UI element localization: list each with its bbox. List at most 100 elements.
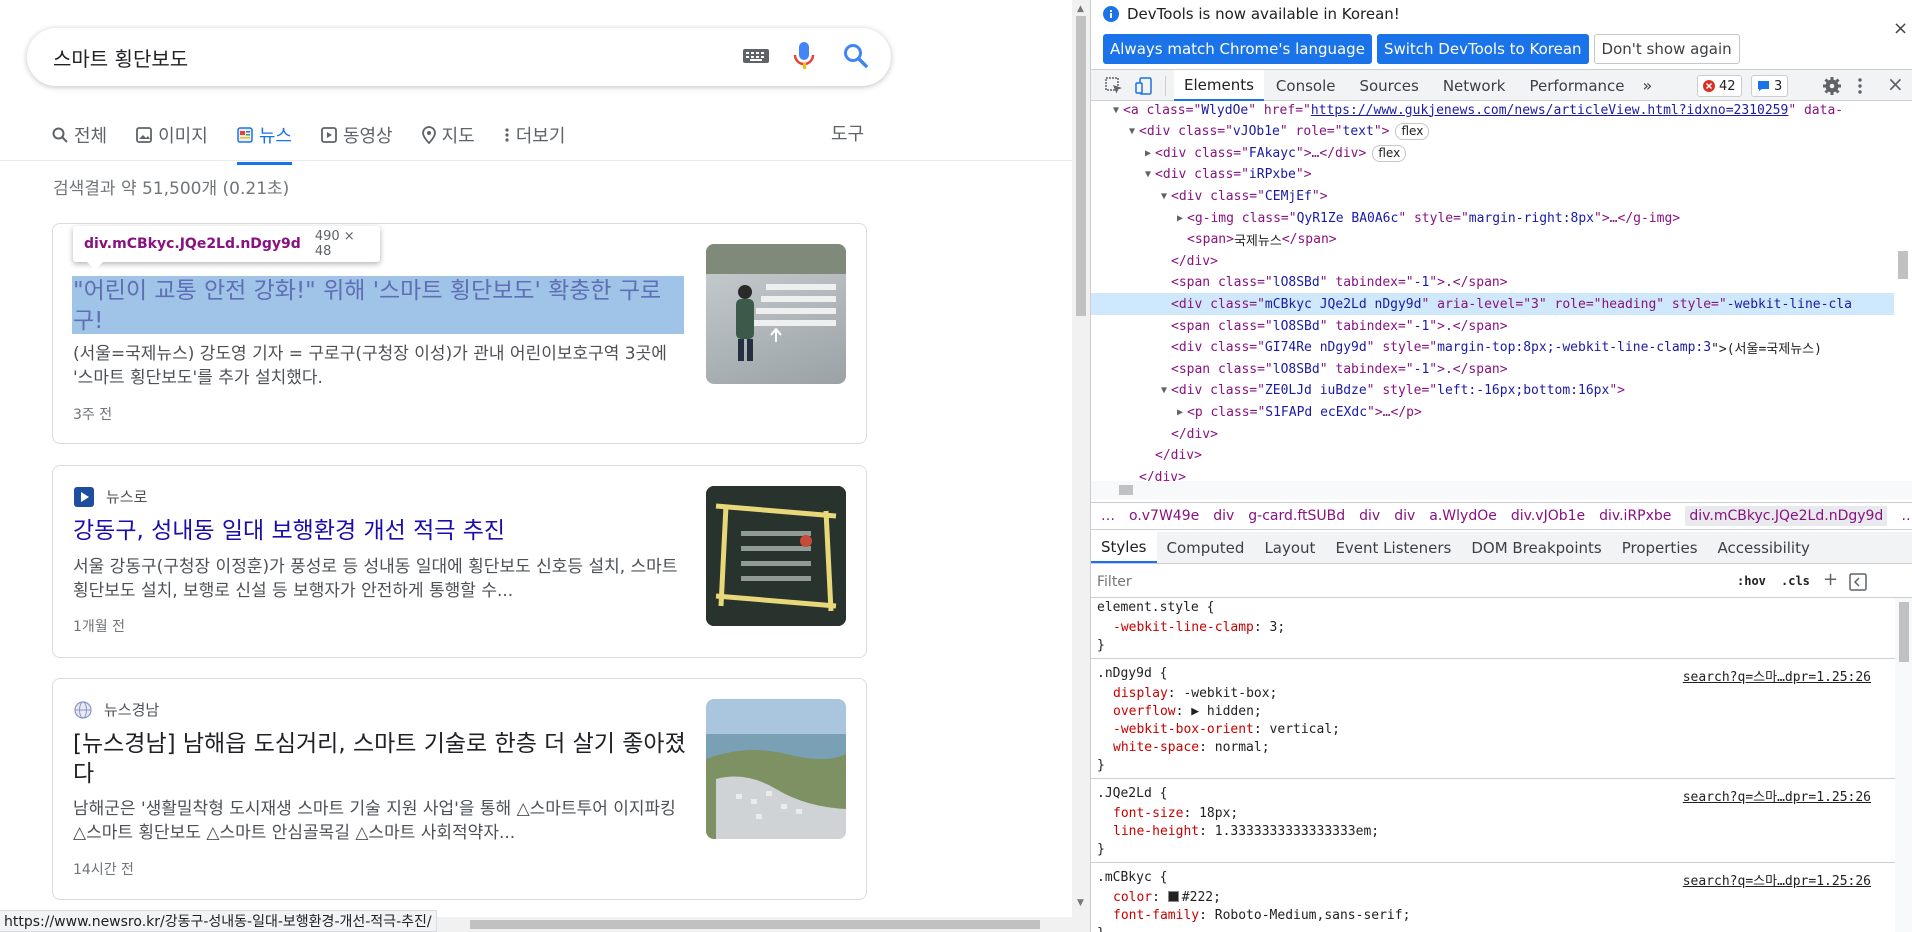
style-property[interactable]: display [1113, 686, 1168, 701]
search-submit-icon[interactable] [843, 43, 869, 69]
news-card[interactable]: 뉴스로 강동구, 성내동 일대 보행환경 개선 적극 추진 서울 강동구(구청장… [52, 465, 867, 658]
breadcrumb-item[interactable]: div [1359, 508, 1380, 524]
dom-node[interactable]: ▶ <g-img class=" QyR1Ze BA0A6c " style=" mar… [1091, 207, 1912, 229]
scrollbar-thumb[interactable] [1119, 485, 1133, 495]
sidebar-tab-event-listeners[interactable]: Event Listeners [1325, 532, 1461, 563]
style-declaration[interactable]: font-size: 18px; [1113, 806, 1238, 821]
search-input[interactable]: 스마트 횡단보도 [53, 43, 188, 72]
more-tabs-icon[interactable]: » [1637, 76, 1659, 95]
style-value[interactable]: ▶ hidden; [1191, 704, 1261, 719]
sidebar-tab-dom-breakpoints[interactable]: DOM Breakpoints [1461, 532, 1611, 563]
style-property[interactable]: -webkit-line-clamp [1113, 620, 1254, 635]
styles-scrollbar[interactable] [1895, 598, 1912, 932]
scrollbar-thumb[interactable] [1899, 602, 1909, 662]
breadcrumb-item[interactable]: div.vJOb1e [1511, 508, 1585, 524]
news-thumbnail[interactable] [706, 486, 846, 626]
expand-toggle-icon[interactable]: ▼ [1125, 126, 1139, 137]
news-thumbnail[interactable] [706, 244, 846, 384]
dom-node[interactable]: </div> [1091, 423, 1912, 445]
breadcrumb-item[interactable]: div.mCBkyc.JQe2Ld.nDgy9d [1685, 506, 1888, 526]
dom-node[interactable]: ▶ <p class=" S1FAPd ecEXdc ">…</p> [1091, 401, 1912, 423]
style-value[interactable]: 1.3333333333333333em; [1215, 824, 1379, 839]
style-value[interactable]: 3; [1270, 620, 1286, 635]
dom-node[interactable]: <span class=" lO8SBd " tabindex=" -1 ">.</sp… [1091, 358, 1912, 380]
style-property[interactable]: line-height [1113, 824, 1199, 839]
dom-node[interactable]: </div> [1091, 445, 1912, 467]
dont-show-again-button[interactable]: Don't show again [1593, 34, 1740, 64]
style-source-link[interactable]: search?q=스마…dpr=1.25:26 [1683, 870, 1871, 889]
dom-node[interactable]: <div class=" GI74Re nDgy9d " style=" margin… [1091, 337, 1912, 359]
style-rule-selector[interactable]: element.style { [1097, 600, 1214, 615]
breadcrumb-item[interactable]: div [1394, 508, 1415, 524]
dom-node[interactable]: ▼ <div class=" CEMjEf "> [1091, 185, 1912, 207]
expand-toggle-icon[interactable]: ▶ [1173, 407, 1187, 418]
dom-node-selected[interactable]: <div class=" mCBkyc JQe2Ld nDgy9d " aria-l… [1091, 293, 1912, 316]
style-declaration[interactable]: overflow: ▶ hidden; [1113, 704, 1262, 719]
expand-toggle-icon[interactable]: ▼ [1141, 169, 1155, 180]
news-title[interactable]: "어린이 교통 안전 강화!" 위해 '스마트 횡단보도' 확충한 구로구! [73, 276, 688, 336]
tab-network[interactable]: Network [1431, 77, 1518, 95]
toggle-sidebar-icon[interactable] [1849, 573, 1867, 591]
tab-all[interactable]: 전체 [52, 117, 107, 153]
sidebar-tab-properties[interactable]: Properties [1612, 532, 1708, 563]
news-title[interactable]: 강동구, 성내동 일대 보행환경 개선 적극 추진 [73, 516, 688, 546]
style-declaration[interactable]: color: #222; [1113, 890, 1221, 905]
tab-console[interactable]: Console [1264, 77, 1348, 95]
style-rule-selector[interactable]: .JQe2Ld { [1097, 786, 1167, 801]
news-thumbnail[interactable] [706, 699, 846, 839]
expand-toggle-icon[interactable]: ▼ [1157, 385, 1171, 396]
style-declaration[interactable]: display: -webkit-box; [1113, 686, 1277, 701]
sidebar-tab-accessibility[interactable]: Accessibility [1708, 532, 1820, 563]
dom-hscrollbar[interactable] [1091, 481, 1912, 499]
tab-images[interactable]: 이미지 [136, 117, 208, 153]
tab-sources[interactable]: Sources [1347, 77, 1430, 95]
expand-toggle-icon[interactable]: ▼ [1157, 191, 1171, 202]
news-title[interactable]: [뉴스경남] 남해읍 도심거리, 스마트 기술로 한층 더 살기 좋아졌다 [73, 729, 688, 789]
tab-more[interactable]: 더보기 [504, 117, 565, 153]
scrollbar-thumb[interactable] [1076, 16, 1086, 316]
tools-button[interactable]: 도구 [831, 120, 864, 146]
style-declaration[interactable]: font-family: Roboto-Medium,sans-serif; [1113, 908, 1410, 923]
style-property[interactable]: font-family [1113, 908, 1199, 923]
style-property[interactable]: overflow [1113, 704, 1176, 719]
breadcrumb-item[interactable]: … [1101, 508, 1115, 524]
breadcrumb-item[interactable]: o.v7W49e [1129, 508, 1199, 524]
style-rule-selector[interactable]: .nDgy9d { [1097, 666, 1167, 681]
style-declaration[interactable]: -webkit-box-orient: vertical; [1113, 722, 1340, 737]
hover-state-toggle[interactable]: :hov [1737, 574, 1766, 588]
scrollbar-thumb[interactable] [470, 920, 1040, 929]
dom-node[interactable]: </div> [1091, 250, 1912, 272]
inspect-element-icon[interactable] [1105, 77, 1123, 95]
style-declaration[interactable]: -webkit-line-clamp: 3; [1113, 620, 1285, 635]
tab-performance[interactable]: Performance [1517, 77, 1636, 95]
sidebar-tab-computed[interactable]: Computed [1157, 532, 1255, 563]
breadcrumb-item[interactable]: g-card.ftSUBd [1248, 508, 1345, 524]
style-property[interactable]: -webkit-box-orient [1113, 722, 1254, 737]
class-toggle[interactable]: .cls [1781, 574, 1810, 588]
always-match-language-button[interactable]: Always match Chrome's language [1103, 34, 1372, 64]
style-property[interactable]: font-size [1113, 806, 1183, 821]
page-scrollbar[interactable]: ▲ ▼ [1072, 0, 1090, 932]
tab-videos[interactable]: 동영상 [321, 117, 393, 153]
tab-elements[interactable]: Elements [1174, 70, 1264, 101]
style-rule-selector[interactable]: .mCBkyc { [1097, 870, 1167, 885]
dom-node[interactable]: ▼ <a class=" WlydOe " href=" https://www.guk… [1091, 101, 1912, 121]
flex-badge[interactable]: flex [1372, 144, 1407, 162]
keyboard-icon[interactable] [742, 47, 770, 65]
dom-node[interactable]: <span class=" lO8SBd " tabindex=" -1 ">.</sp… [1091, 272, 1912, 294]
scroll-up-arrow[interactable]: ▲ [1077, 4, 1084, 14]
dom-scrollbar[interactable] [1894, 101, 1912, 481]
dom-node[interactable]: ▼ <div class=" iRPxbe "> [1091, 164, 1912, 186]
style-value[interactable]: vertical; [1270, 722, 1340, 737]
message-counter[interactable]: 3 [1751, 75, 1789, 97]
switch-to-korean-button[interactable]: Switch DevTools to Korean [1376, 34, 1589, 64]
dom-node[interactable]: ▶ <div class=" FAkayc ">…</div> flex [1091, 142, 1912, 164]
close-devtools-icon[interactable]: × [1887, 72, 1904, 96]
tab-maps[interactable]: 지도 [421, 117, 475, 153]
style-declaration[interactable]: white-space: normal; [1113, 740, 1270, 755]
customize-menu-icon[interactable] [1857, 77, 1863, 95]
style-value[interactable]: #222; [1182, 890, 1221, 905]
style-property[interactable]: color [1113, 890, 1152, 905]
expand-toggle-icon[interactable]: ▶ [1141, 148, 1155, 159]
close-infobar-icon[interactable]: × [1893, 18, 1908, 39]
